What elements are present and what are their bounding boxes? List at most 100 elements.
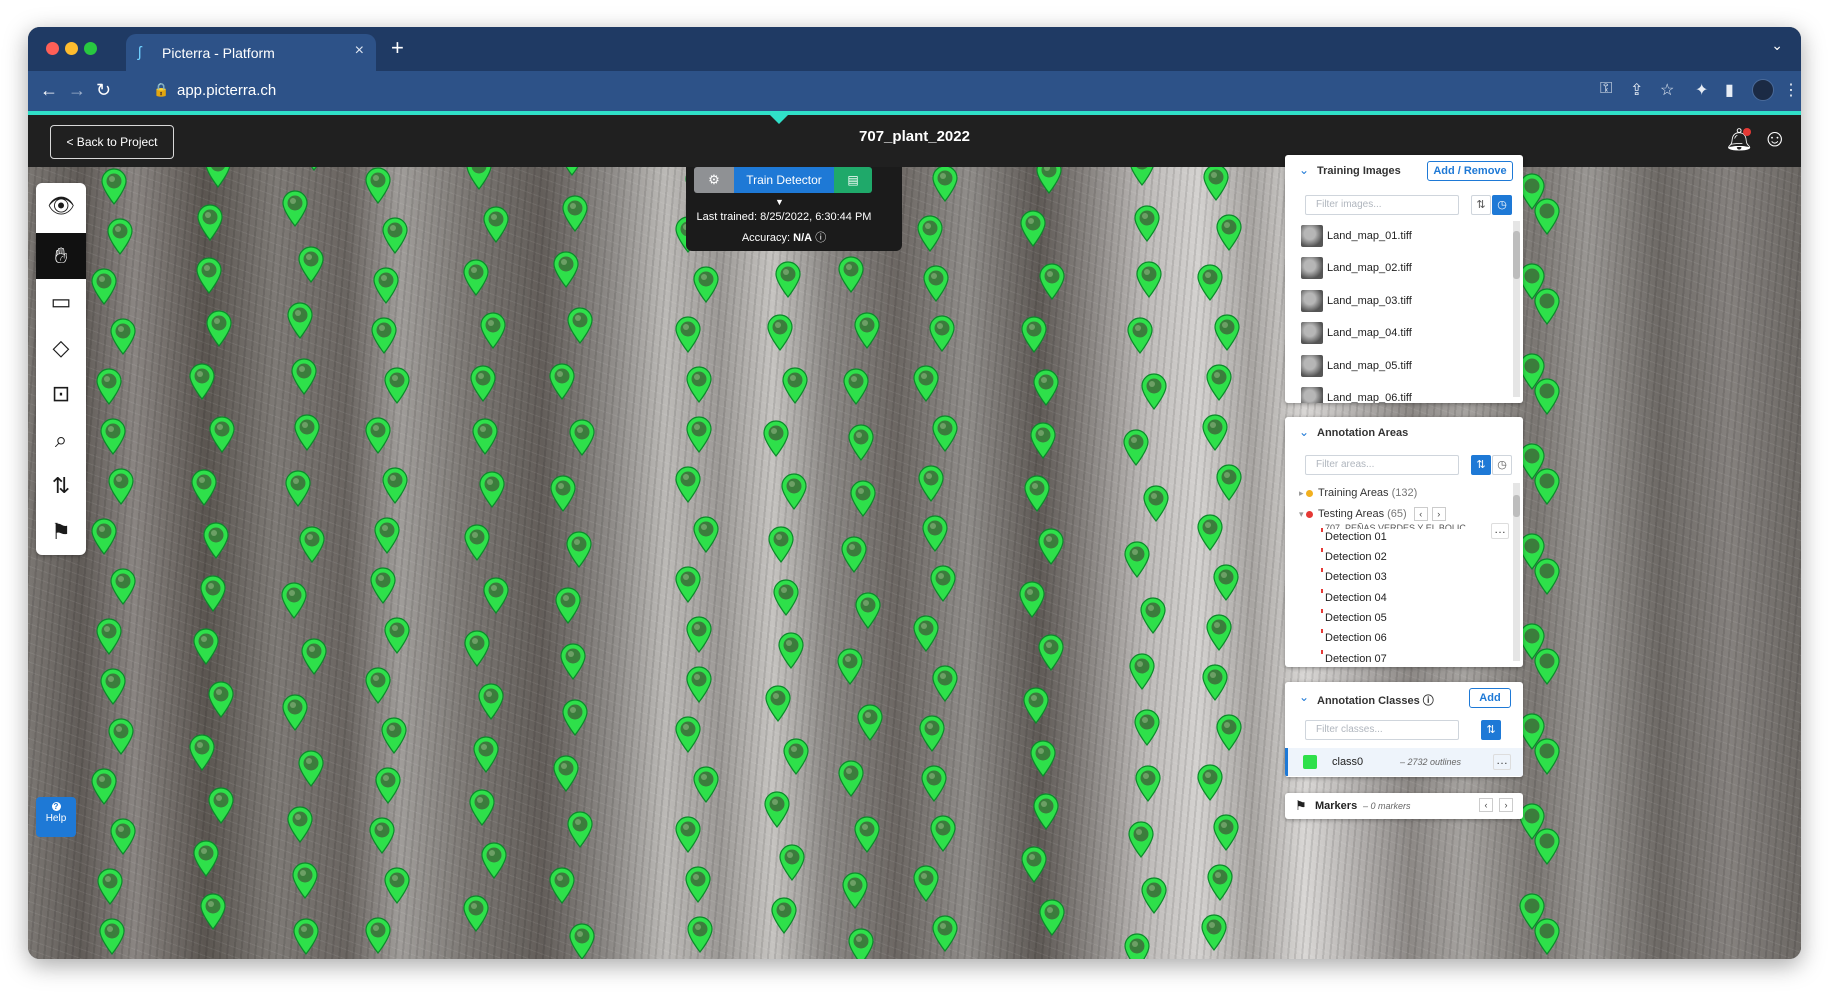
detection-marker-icon[interactable]	[291, 861, 319, 899]
detection-marker-icon[interactable]	[841, 871, 869, 909]
pan-hand-icon[interactable]: ✋︎	[36, 233, 86, 279]
detection-marker-icon[interactable]	[549, 474, 577, 512]
share-icon[interactable]: ⇪	[1630, 80, 1643, 100]
detection-marker-icon[interactable]	[931, 914, 959, 952]
detection-marker-icon[interactable]	[1018, 580, 1046, 618]
detection-marker-icon[interactable]	[463, 523, 491, 561]
detection-marker-icon[interactable]	[912, 614, 940, 652]
detection-marker-icon[interactable]	[1533, 737, 1561, 775]
detection-marker-icon[interactable]	[920, 764, 948, 802]
detection-marker-icon[interactable]	[188, 362, 216, 400]
sort-alpha-icon[interactable]: ⇅	[1471, 455, 1491, 475]
annotation-areas-header[interactable]: ⌄ Annotation Areas	[1285, 417, 1523, 449]
detection-marker-icon[interactable]	[207, 680, 235, 718]
detection-marker-icon[interactable]	[482, 205, 510, 243]
detection-marker-icon[interactable]	[1135, 260, 1163, 298]
detection-marker-icon[interactable]	[565, 530, 593, 568]
detection-marker-icon[interactable]	[1038, 262, 1066, 300]
detection-marker-icon[interactable]	[90, 517, 118, 555]
detection-marker-icon[interactable]	[95, 617, 123, 655]
detection-marker-icon[interactable]	[462, 894, 490, 932]
detection-marker-icon[interactable]	[1533, 647, 1561, 685]
list-item[interactable]: Detection 06	[1321, 629, 1387, 644]
detection-marker-icon[interactable]	[692, 265, 720, 303]
detection-marker-icon[interactable]	[1126, 316, 1154, 354]
detection-marker-icon[interactable]	[1215, 463, 1243, 501]
detection-marker-icon[interactable]	[478, 470, 506, 508]
detection-marker-icon[interactable]	[364, 167, 392, 204]
detection-marker-icon[interactable]	[568, 922, 596, 959]
class-row[interactable]: class0 – 2732 outlines …	[1285, 748, 1523, 776]
class-color-swatch[interactable]	[1303, 755, 1317, 769]
detection-marker-icon[interactable]	[552, 250, 580, 288]
detection-marker-icon[interactable]	[1142, 484, 1170, 522]
detection-marker-icon[interactable]	[463, 629, 491, 667]
detection-marker-icon[interactable]	[847, 423, 875, 461]
detection-marker-icon[interactable]	[781, 366, 809, 404]
detection-marker-icon[interactable]	[280, 581, 308, 619]
detection-marker-icon[interactable]	[548, 362, 576, 400]
detection-marker-icon[interactable]	[1128, 652, 1156, 690]
detection-marker-icon[interactable]	[462, 258, 490, 296]
flag-marker-icon[interactable]: ⚑	[36, 509, 86, 555]
detection-marker-icon[interactable]	[1202, 167, 1230, 201]
detection-marker-icon[interactable]	[854, 591, 882, 629]
detection-marker-icon[interactable]	[373, 516, 401, 554]
close-window-button[interactable]	[46, 42, 59, 55]
detection-marker-icon[interactable]	[188, 733, 216, 771]
detection-marker-icon[interactable]	[1205, 363, 1233, 401]
detection-marker-icon[interactable]	[364, 916, 392, 954]
testing-areas-row[interactable]: ▾ Testing Areas (65) ‹ ›	[1299, 507, 1446, 521]
detection-marker-icon[interactable]	[686, 915, 714, 953]
polygon-draw-icon[interactable]: ◇	[36, 325, 86, 371]
minimize-window-button[interactable]	[65, 42, 78, 55]
detection-marker-icon[interactable]	[1133, 708, 1161, 746]
detection-marker-icon[interactable]	[1215, 213, 1243, 251]
detection-marker-icon[interactable]	[1201, 413, 1229, 451]
detection-marker-icon[interactable]	[847, 927, 875, 959]
detection-marker-icon[interactable]	[107, 717, 135, 755]
detection-marker-icon[interactable]	[1032, 792, 1060, 830]
detection-marker-icon[interactable]	[468, 788, 496, 826]
browser-menu-icon[interactable]: ⋮	[1783, 80, 1799, 100]
detection-marker-icon[interactable]	[204, 167, 232, 188]
detection-marker-icon[interactable]	[1533, 467, 1561, 505]
detection-marker-icon[interactable]	[90, 767, 118, 805]
filter-classes-input[interactable]: Filter classes...	[1305, 720, 1459, 740]
detection-marker-icon[interactable]	[192, 839, 220, 877]
detection-marker-icon[interactable]	[381, 216, 409, 254]
detection-marker-icon[interactable]	[208, 415, 236, 453]
detection-marker-icon[interactable]	[1533, 917, 1561, 955]
detection-marker-icon[interactable]	[297, 749, 325, 787]
detection-marker-icon[interactable]	[109, 317, 137, 355]
detection-marker-icon[interactable]	[281, 189, 309, 227]
detection-marker-icon[interactable]	[674, 565, 702, 603]
detection-marker-icon[interactable]	[98, 917, 126, 955]
detection-marker-icon[interactable]	[364, 416, 392, 454]
more-options-icon[interactable]: …	[1491, 523, 1509, 539]
browser-tab[interactable]: ʃ Picterra - Platform ×	[126, 34, 376, 71]
detection-marker-icon[interactable]	[548, 866, 576, 904]
detection-marker-icon[interactable]	[477, 682, 505, 720]
detection-marker-icon[interactable]	[929, 814, 957, 852]
detection-marker-icon[interactable]	[762, 419, 790, 457]
detection-marker-icon[interactable]	[292, 917, 320, 955]
prev-page-icon[interactable]: ‹	[1413, 507, 1428, 521]
add-class-button[interactable]: Add	[1469, 688, 1511, 708]
detection-marker-icon[interactable]	[568, 418, 596, 456]
detection-marker-icon[interactable]	[770, 896, 798, 934]
report-document-icon[interactable]: ▤	[834, 167, 872, 193]
detection-marker-icon[interactable]	[1134, 764, 1162, 802]
detection-marker-icon[interactable]	[842, 367, 870, 405]
detection-marker-icon[interactable]	[1533, 827, 1561, 865]
training-areas-row[interactable]: ▸ Training Areas (132)	[1299, 487, 1417, 499]
detection-marker-icon[interactable]	[931, 414, 959, 452]
detection-marker-icon[interactable]	[1029, 739, 1057, 777]
list-item[interactable]: Detection 05	[1321, 609, 1387, 624]
list-item[interactable]: Detection 01	[1321, 528, 1387, 543]
train-detector-button[interactable]: Train Detector	[734, 167, 834, 193]
detection-marker-icon[interactable]	[369, 566, 397, 604]
detection-marker-icon[interactable]	[772, 578, 800, 616]
detection-marker-icon[interactable]	[199, 574, 227, 612]
detection-marker-icon[interactable]	[853, 311, 881, 349]
